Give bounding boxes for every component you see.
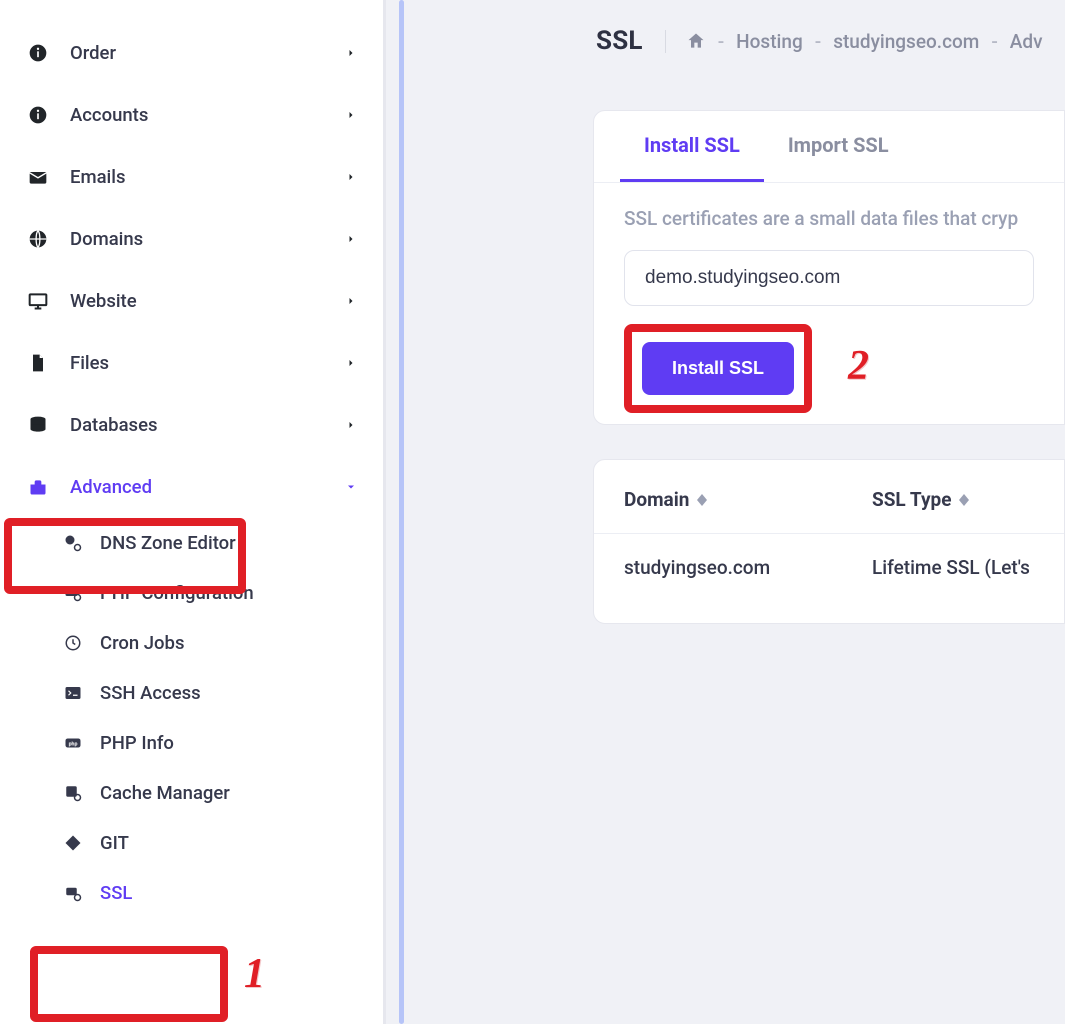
scroll-indicator: [399, 0, 404, 1024]
breadcrumb-separator: -: [991, 30, 997, 53]
info-icon: [26, 103, 50, 127]
sidebar-item-label: Advanced: [70, 476, 152, 498]
ssl-description: SSL certificates are a small data files …: [624, 207, 1034, 230]
sidebar: Order Accounts Emails: [0, 0, 383, 1024]
database-icon: [26, 413, 50, 437]
sub-item-label: Cache Manager: [100, 782, 230, 804]
annotation-highlight-install: Install SSL: [624, 324, 812, 413]
sidebar-item-order[interactable]: Order: [0, 22, 383, 84]
tab-import-ssl[interactable]: Import SSL: [764, 111, 913, 182]
sidebar-item-accounts[interactable]: Accounts: [0, 84, 383, 146]
annotation-step-1: 1: [244, 950, 265, 998]
ssl-table: Domain SSL Type studyingseo.com Lifetime…: [593, 459, 1065, 624]
sort-icon: [959, 494, 969, 506]
sub-item-label: Cron Jobs: [100, 632, 184, 654]
sidebar-item-label: Accounts: [70, 104, 148, 126]
breadcrumb-separator: -: [815, 30, 821, 53]
sub-item-cron-jobs[interactable]: Cron Jobs: [40, 618, 383, 668]
sub-item-ssh-access[interactable]: SSH Access: [40, 668, 383, 718]
home-icon[interactable]: [686, 31, 706, 51]
main-content: SSL - Hosting - studyingseo.com - Adv In…: [410, 0, 1065, 1024]
sidebar-item-emails[interactable]: Emails: [0, 146, 383, 208]
sub-item-label: SSH Access: [100, 682, 201, 704]
sidebar-item-label: Emails: [70, 166, 126, 188]
column-header-domain[interactable]: Domain: [624, 488, 872, 511]
tab-install-ssl[interactable]: Install SSL: [620, 111, 764, 182]
sidebar-item-domains[interactable]: Domains: [0, 208, 383, 270]
table-header: Domain SSL Type: [594, 460, 1064, 534]
column-header-ssl-type[interactable]: SSL Type: [872, 488, 1034, 511]
toolbox-icon: [26, 475, 50, 499]
sub-item-label: SSL: [100, 882, 132, 904]
cache-icon: [62, 782, 84, 804]
sub-item-label: PHP Configuration: [100, 582, 254, 604]
php-config-icon: [62, 582, 84, 604]
chevron-right-icon: [345, 109, 357, 121]
tabs: Install SSL Import SSL: [594, 111, 1064, 183]
sidebar-item-label: Order: [70, 42, 116, 64]
sidebar-item-files[interactable]: Files: [0, 332, 383, 394]
globe-icon: [26, 227, 50, 251]
chevron-right-icon: [345, 295, 357, 307]
breadcrumb-separator: -: [718, 30, 724, 53]
sub-item-label: DNS Zone Editor: [100, 532, 236, 554]
sub-item-ssl[interactable]: SSL: [40, 868, 383, 918]
sub-item-label: PHP Info: [100, 732, 174, 754]
mail-icon: [26, 165, 50, 189]
page-header: SSL - Hosting - studyingseo.com - Adv: [410, 0, 1065, 56]
column-header-ssl-type-label: SSL Type: [872, 488, 951, 511]
sub-item-php-configuration[interactable]: PHP Configuration: [40, 568, 383, 618]
chevron-right-icon: [345, 419, 357, 431]
sidebar-item-label: Files: [70, 352, 109, 374]
sub-item-dns-zone-editor[interactable]: DNS Zone Editor: [40, 518, 383, 568]
svg-text:php: php: [69, 741, 78, 747]
file-icon: [26, 351, 50, 375]
breadcrumb: - Hosting - studyingseo.com - Adv: [665, 30, 1043, 53]
install-ssl-button[interactable]: Install SSL: [642, 342, 794, 395]
sub-item-cache-manager[interactable]: Cache Manager: [40, 768, 383, 818]
clock-icon: [62, 632, 84, 654]
chevron-right-icon: [345, 171, 357, 183]
breadcrumb-advanced[interactable]: Adv: [1010, 30, 1043, 53]
sidebar-item-label: Domains: [70, 228, 143, 250]
ssl-icon: [62, 882, 84, 904]
sub-item-php-info[interactable]: php PHP Info: [40, 718, 383, 768]
chevron-right-icon: [345, 47, 357, 59]
sidebar-item-label: Databases: [70, 414, 158, 436]
chevron-down-icon: [345, 481, 357, 493]
monitor-icon: [26, 289, 50, 313]
advanced-submenu: DNS Zone Editor PHP Configuration Cron J…: [0, 518, 383, 918]
cell-domain: studyingseo.com: [624, 556, 872, 579]
terminal-icon: [62, 682, 84, 704]
sidebar-divider: [383, 0, 386, 1024]
sort-icon: [697, 494, 707, 506]
breadcrumb-hosting[interactable]: Hosting: [736, 30, 803, 53]
breadcrumb-domain[interactable]: studyingseo.com: [833, 30, 979, 53]
ssl-panel: Install SSL Import SSL SSL certificates …: [593, 110, 1065, 425]
table-row: studyingseo.com Lifetime SSL (Let's Enc: [594, 534, 1064, 601]
sidebar-item-website[interactable]: Website: [0, 270, 383, 332]
dns-icon: [62, 532, 84, 554]
page-title: SSL: [596, 26, 643, 56]
cell-ssl-type: Lifetime SSL (Let's Enc: [872, 556, 1034, 579]
annotation-step-2: 2: [848, 342, 869, 390]
sub-item-git[interactable]: GIT: [40, 818, 383, 868]
domain-input[interactable]: [624, 250, 1034, 306]
info-icon: [26, 41, 50, 65]
sidebar-item-databases[interactable]: Databases: [0, 394, 383, 456]
sidebar-item-label: Website: [70, 290, 137, 312]
php-info-icon: php: [62, 732, 84, 754]
chevron-right-icon: [345, 357, 357, 369]
sidebar-item-advanced[interactable]: Advanced: [0, 456, 383, 518]
sub-item-label: GIT: [100, 832, 129, 854]
column-header-domain-label: Domain: [624, 488, 689, 511]
git-icon: [62, 832, 84, 854]
chevron-right-icon: [345, 233, 357, 245]
